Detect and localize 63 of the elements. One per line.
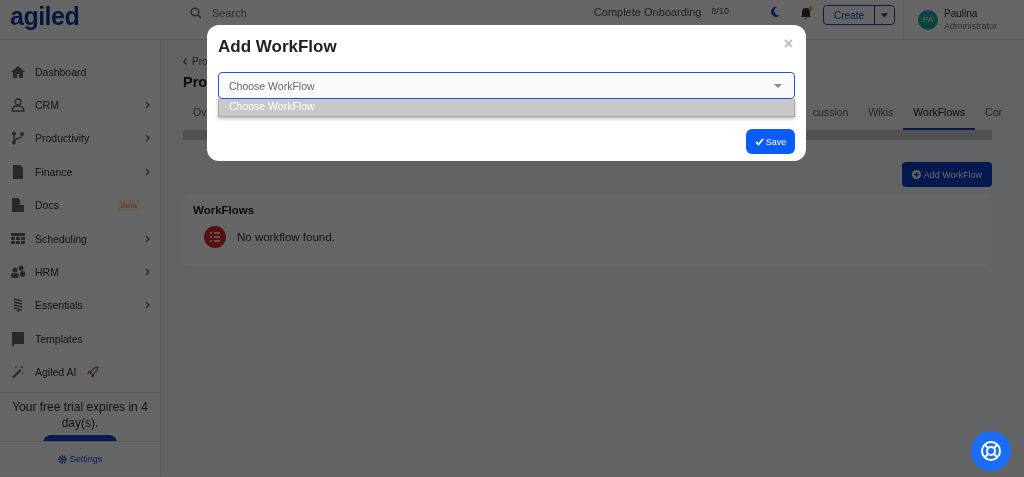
book-icon: [11, 331, 25, 346]
sidebar-item-label: Docs: [35, 199, 59, 212]
agiled-logo: agiled: [9, 2, 81, 30]
branch-icon: [11, 131, 25, 146]
user-avatar[interactable]: PA: [918, 9, 938, 30]
rocket-icon: [86, 365, 100, 379]
checklist-icon: [204, 226, 226, 248]
tab[interactable]: cussion: [802, 106, 859, 128]
sidebar-item-label: Scheduling: [35, 232, 87, 245]
sidebar-item-label: HRM: [35, 266, 59, 279]
search-icon: [190, 7, 202, 19]
dialog-title: Add WorkFlow: [218, 37, 337, 57]
home-icon: [11, 64, 25, 79]
empty-message: No workflow found.: [237, 231, 335, 243]
sidebar-item[interactable]: Essentials: [0, 288, 160, 323]
user-icon: [11, 98, 25, 113]
caret-icon: [774, 83, 782, 88]
sidebar-item-label: Productivity: [35, 132, 90, 145]
save-button[interactable]: Save: [746, 129, 795, 154]
settings-icon: [57, 454, 67, 464]
sidebar-item-label: Dashboard: [35, 65, 87, 78]
user-name: Paulina: [944, 7, 979, 20]
lifebuoy-icon: [980, 440, 1002, 462]
close-button[interactable]: ×: [783, 37, 793, 51]
sidebar-item[interactable]: HRM: [0, 255, 160, 289]
document-icon: [11, 198, 25, 213]
file-icon: [11, 164, 25, 179]
trial-notice: Your free trial expires in 4 day(s).: [11, 399, 149, 431]
create-dropdown-button[interactable]: [874, 6, 894, 24]
sidebar-item-label: CRM: [35, 99, 59, 112]
sidebar-item-label: Finance: [35, 165, 73, 178]
sidebar-item[interactable]: Productivity: [0, 121, 160, 156]
tab[interactable]: Wikis: [858, 106, 904, 128]
sidebar-item[interactable]: Finance: [0, 155, 160, 189]
stack-icon: [11, 298, 25, 313]
breadcrumb-link[interactable]: Pro: [192, 56, 208, 67]
onboarding-link[interactable]: Complete Onboarding: [593, 6, 702, 18]
grid-icon: [11, 231, 25, 246]
sidebar-item[interactable]: Dashboard: [0, 55, 160, 89]
page-title: Pro: [183, 74, 208, 90]
caret-icon: [881, 12, 888, 18]
check-icon: [754, 137, 764, 146]
add-workflow-button[interactable]: Add WorkFlow: [901, 162, 992, 187]
workflow-select[interactable]: Choose WorkFlow: [218, 72, 795, 99]
sidebar-item[interactable]: CRM: [0, 88, 160, 122]
card-title: WorkFlows: [193, 204, 256, 216]
sidebar-item[interactable]: Docs Beta: [0, 188, 160, 222]
wand-icon: [11, 365, 25, 380]
sidebar-item[interactable]: Scheduling: [0, 221, 160, 256]
chevron-left-icon: [183, 58, 187, 65]
moon-icon[interactable]: [769, 6, 781, 18]
settings-link[interactable]: Settings: [57, 454, 103, 464]
sidebar-item-label: Agiled AI: [35, 366, 77, 379]
sidebar-item[interactable]: Templates: [0, 322, 160, 356]
onboarding-step-count: 8/10: [711, 6, 729, 16]
sidebar-item-label: Templates: [35, 332, 83, 345]
beta-badge: Beta: [117, 199, 140, 211]
sidebar-item-label: Essentials: [35, 299, 83, 312]
bell-icon[interactable]: [799, 6, 813, 20]
help-button[interactable]: [971, 431, 1011, 471]
people-icon: [11, 265, 25, 280]
sidebar-item[interactable]: Agiled AI: [0, 355, 160, 389]
plus-circle-icon: [911, 170, 921, 179]
